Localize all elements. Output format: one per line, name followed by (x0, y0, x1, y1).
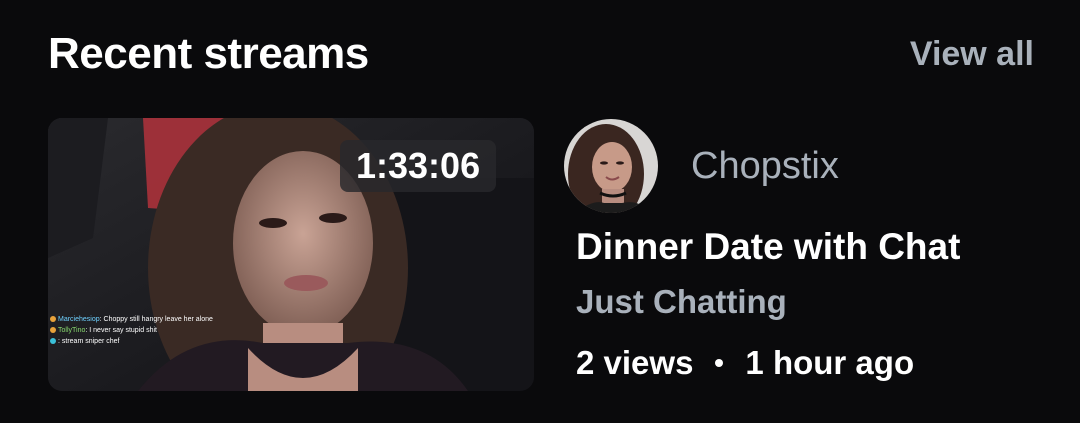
stream-title[interactable]: Dinner Date with Chat (576, 226, 960, 268)
bullet-dot-icon (715, 359, 724, 367)
stream-thumbnail[interactable]: 1:33:06 Marciehesiop: Choppy still hangr… (48, 118, 534, 391)
chat-line: : stream sniper chef (50, 336, 290, 347)
stream-meta: Chopstix Dinner Date with Chat Just Chat… (564, 118, 1044, 381)
badge-icon (50, 338, 56, 345)
stream-stats: 2 views 1 hour ago (576, 344, 914, 382)
badge-icon (50, 316, 56, 323)
badge-icon (50, 327, 56, 334)
chat-line: TollyTino: I never say stupid shit (50, 325, 290, 336)
recent-streams-section: Recent streams View all 1:33:06 Marciehe… (0, 0, 1080, 423)
stream-age: 1 hour ago (745, 344, 915, 381)
chat-message: : stream sniper chef (58, 338, 120, 345)
section-title: Recent streams (48, 29, 369, 78)
avatar-image (564, 119, 658, 213)
chat-username: TollyTino (58, 327, 86, 334)
view-all-link[interactable]: View all (910, 35, 1034, 74)
chat-username: Marciehesiop (58, 316, 100, 323)
chat-overlay: Marciehesiop: Choppy still hangry leave … (50, 314, 290, 347)
section-header: Recent streams View all (48, 24, 1034, 84)
channel-name[interactable]: Chopstix (691, 145, 839, 188)
chat-message: : I never say stupid shit (85, 327, 157, 334)
channel-row: Chopstix (564, 118, 1044, 214)
view-count: 2 views (576, 344, 694, 381)
stream-duration-badge: 1:33:06 (340, 140, 497, 192)
stream-category[interactable]: Just Chatting (576, 283, 787, 321)
channel-avatar[interactable] (564, 119, 658, 213)
chat-line: Marciehesiop: Choppy still hangry leave … (50, 314, 290, 325)
stream-card[interactable]: 1:33:06 Marciehesiop: Choppy still hangr… (48, 118, 960, 391)
chat-message: : Choppy still hangry leave her alone (99, 316, 213, 323)
